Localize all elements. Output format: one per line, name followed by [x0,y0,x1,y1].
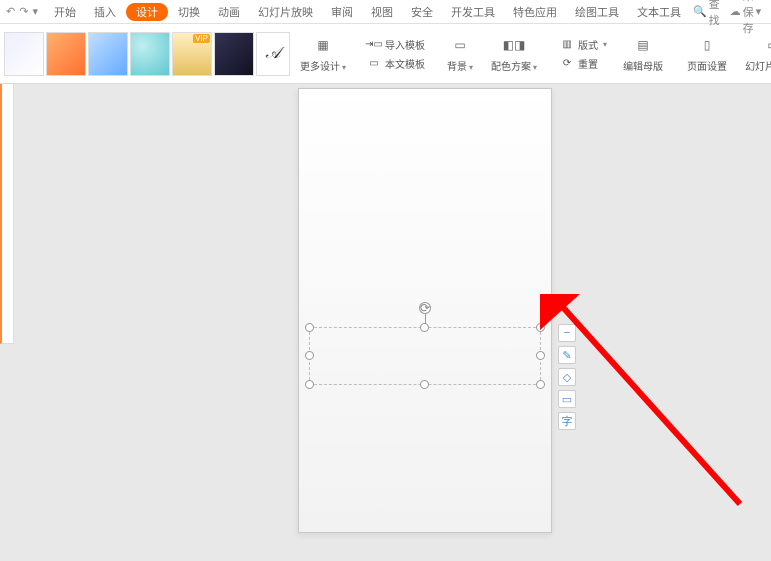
slides-panel[interactable] [0,84,14,344]
doc-icon: ▭ [366,55,382,71]
template-gallery[interactable]: 𝒜 [4,32,290,76]
this-template-button[interactable]: ▭ 本文模板 [366,55,425,71]
page-setup-icon: ▯ [696,34,718,56]
background-label: 背景 [447,58,473,73]
reset-label: 重置 [578,56,598,71]
template-io-group: ⇥▭ 导入模板 ▭ 本文模板 [362,36,429,71]
undo-icon[interactable]: ↶ [6,5,15,18]
page-setup-button[interactable]: ▯ 页面设置 [681,27,733,81]
resize-handle-nw[interactable] [305,323,314,332]
edit-master-label: 编辑母版 [623,58,663,73]
color-scheme-label: 配色方案 [491,58,537,73]
slide-size-icon: ▭ [762,34,771,56]
layout-icon: ▥ [559,36,575,52]
selected-textbox[interactable]: ⟳ [309,327,541,385]
template-thumb[interactable] [214,32,254,76]
search-icon: 🔍 [693,5,707,18]
background-icon: ▭ [449,34,471,56]
template-thumb[interactable]: 𝒜 [256,32,290,76]
resize-handle-e[interactable] [536,351,545,360]
more-design-label: 更多设计 [300,58,346,73]
rotate-handle[interactable]: ⟳ [419,302,431,314]
resize-handle-n[interactable] [420,323,429,332]
menu-bar: ↶ ↷ ▾ 开始 插入 设计 切换 动画 幻灯片放映 审阅 视图 安全 开发工具… [0,0,771,24]
shape-floating-toolbar: − ✎ ◇ ▭ 字 [558,324,576,430]
edit-master-button[interactable]: ▤ 编辑母版 [617,27,669,81]
import-icon: ⇥▭ [366,36,382,52]
resize-handle-se[interactable] [536,380,545,389]
tab-devtools[interactable]: 开发工具 [443,2,503,22]
tab-texttools[interactable]: 文本工具 [629,2,689,22]
tab-insert[interactable]: 插入 [86,2,124,22]
tab-review[interactable]: 审阅 [323,2,361,22]
template-thumb[interactable] [4,32,44,76]
tool-shape[interactable]: ◇ [558,368,576,386]
more-design-button[interactable]: ▦ 更多设计 [296,27,350,81]
ribbon-design: 𝒜 ▦ 更多设计 ⇥▭ 导入模板 ▭ 本文模板 ▭ 背景 ◧◨ 配色方案 ▥ 版… [0,24,771,84]
tab-security[interactable]: 安全 [403,2,441,22]
import-template-button[interactable]: ⇥▭ 导入模板 [366,36,425,52]
slide-size-button[interactable]: ▭ 幻灯片大小 [739,27,771,81]
chevron-down-icon: ▾ [756,5,762,18]
background-button[interactable]: ▭ 背景 [441,27,479,81]
palette-icon: ◧◨ [503,34,525,56]
redo-icon[interactable]: ↷ [19,5,28,18]
tab-drawtools[interactable]: 绘图工具 [567,2,627,22]
grid-icon: ▦ [312,34,334,56]
tool-remove[interactable]: − [558,324,576,342]
tool-edit[interactable]: ✎ [558,346,576,364]
import-template-label: 导入模板 [385,37,425,52]
tab-slideshow[interactable]: 幻灯片放映 [250,2,321,22]
resize-handle-ne[interactable] [536,323,545,332]
quick-access-toolbar: ↶ ↷ ▾ [6,5,38,18]
tab-animation[interactable]: 动画 [210,2,248,22]
master-icon: ▤ [632,34,654,56]
tool-text[interactable]: 字 [558,412,576,430]
find-button[interactable]: 🔍 查找 [693,0,720,28]
tab-special[interactable]: 特色应用 [505,2,565,22]
slide-size-label: 幻灯片大小 [745,58,771,73]
reset-icon: ⟳ [559,55,575,71]
template-thumb-vip[interactable] [172,32,212,76]
layout-label: 版式 [578,37,598,52]
reset-button[interactable]: ⟳ 重置 [559,55,607,71]
tab-transition[interactable]: 切换 [170,2,208,22]
tab-design[interactable]: 设计 [126,3,168,21]
template-thumb[interactable] [46,32,86,76]
cloud-icon: ☁ [730,5,741,18]
template-thumb[interactable] [130,32,170,76]
color-scheme-button[interactable]: ◧◨ 配色方案 [485,27,543,81]
tool-outline[interactable]: ▭ [558,390,576,408]
resize-handle-s[interactable] [420,380,429,389]
qat-dropdown-icon[interactable]: ▾ [32,5,38,18]
resize-handle-w[interactable] [305,351,314,360]
layout-button[interactable]: ▥ 版式 [559,36,607,52]
slide-canvas[interactable]: ⟳ [298,88,552,533]
editor-viewport: ⟳ − ✎ ◇ ▭ 字 [0,84,771,561]
layout-reset-group: ▥ 版式 ⟳ 重置 [555,36,611,71]
find-label: 查找 [709,0,720,28]
this-template-label: 本文模板 [385,56,425,71]
resize-handle-sw[interactable] [305,380,314,389]
tab-view[interactable]: 视图 [363,2,401,22]
tab-start[interactable]: 开始 [46,2,84,22]
page-setup-label: 页面设置 [687,58,727,73]
template-thumb[interactable] [88,32,128,76]
